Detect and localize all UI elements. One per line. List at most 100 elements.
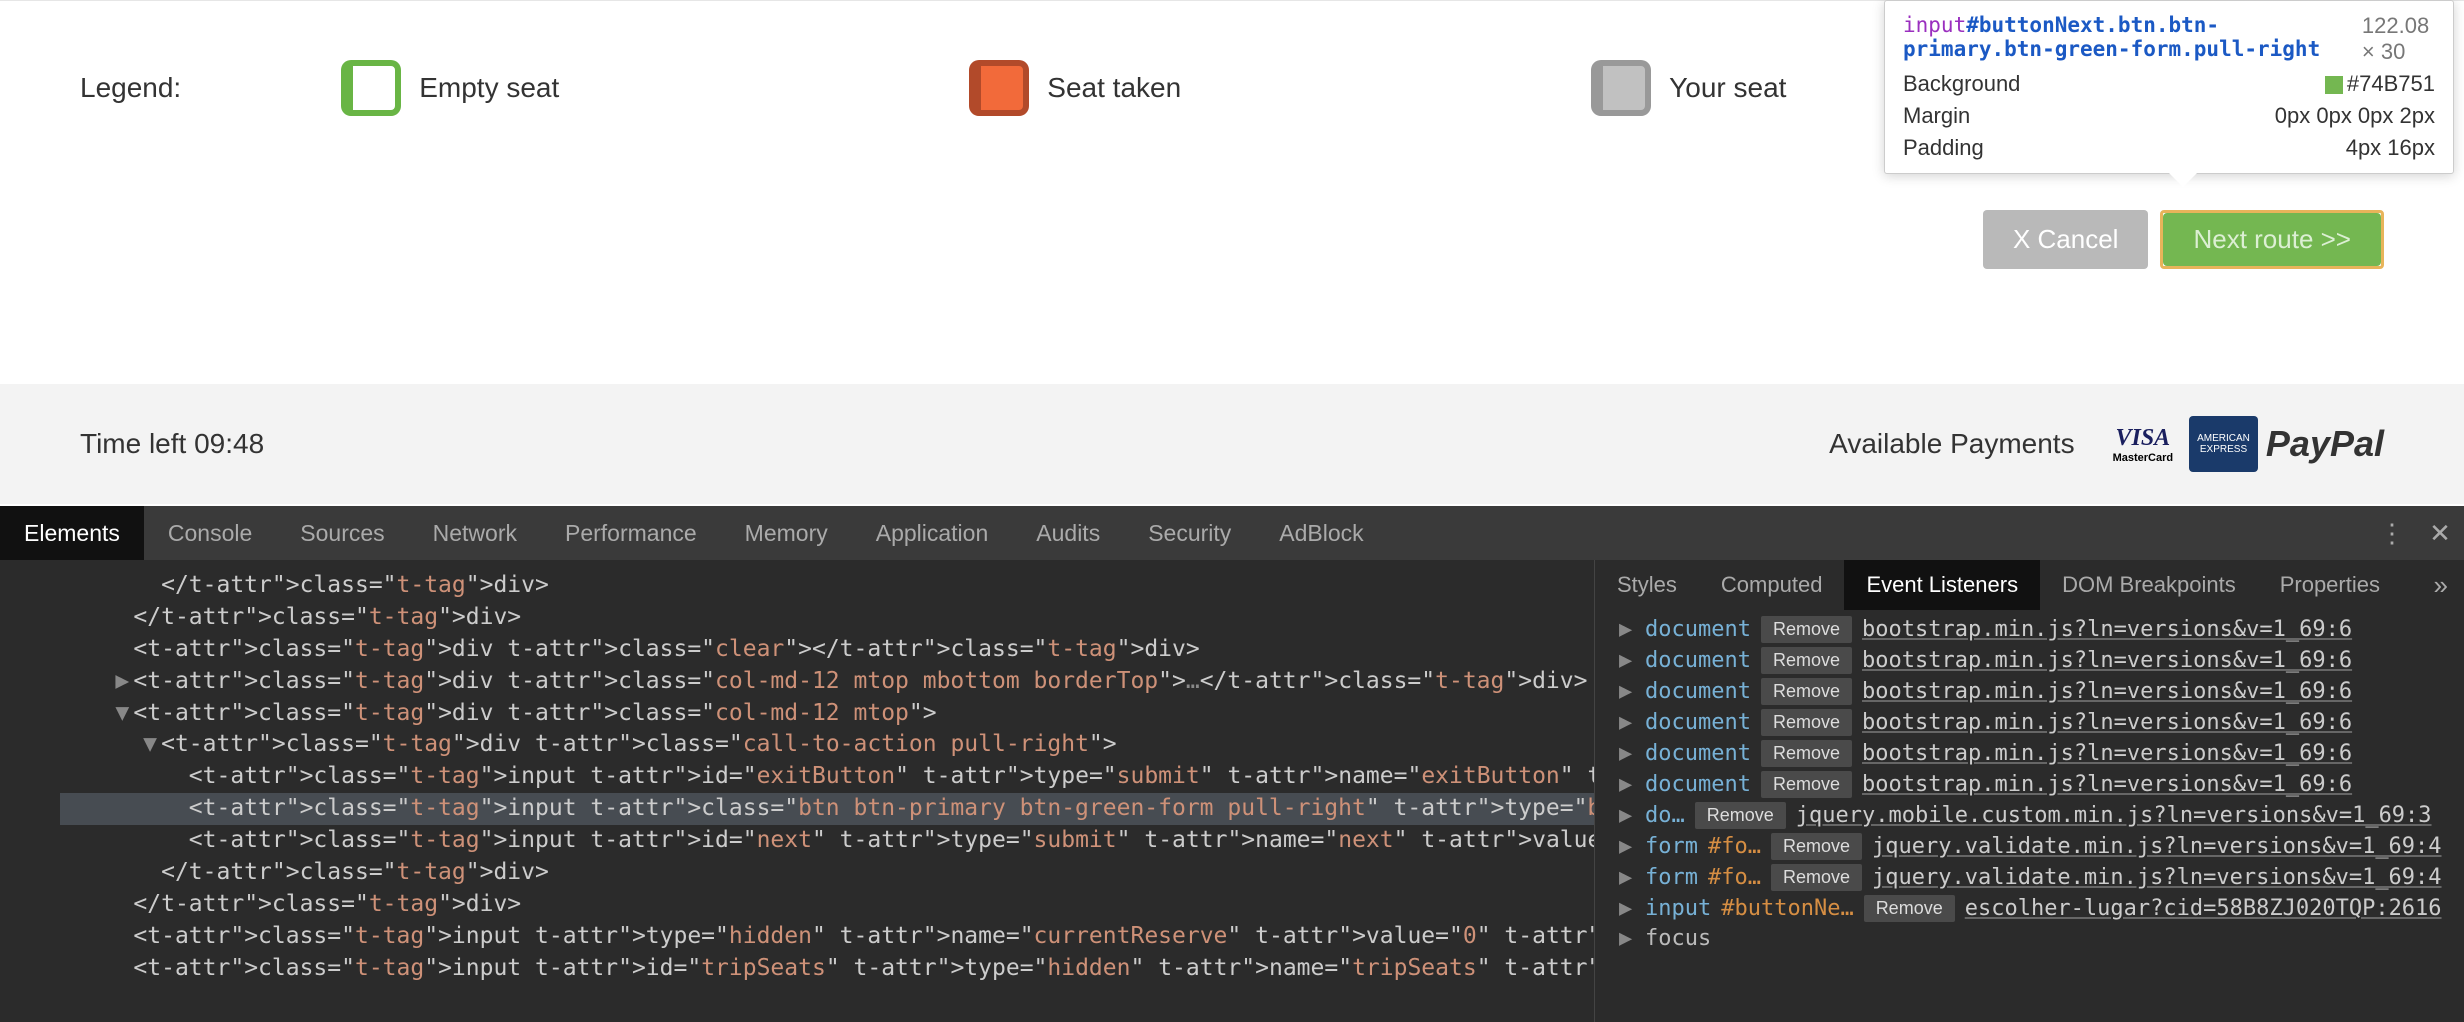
side-tab-bar: StylesComputedEvent ListenersDOM Breakpo… (1595, 560, 2464, 610)
devtools-tab-elements[interactable]: Elements (0, 506, 144, 560)
devtools-close-icon[interactable]: ✕ (2416, 518, 2464, 549)
remove-listener-button[interactable]: Remove (1761, 740, 1852, 767)
tooltip-arrow-icon (2169, 173, 2197, 187)
time-left-label: Time left (80, 428, 186, 459)
footer-strip: Time left 09:48 Available Payments VISA … (0, 384, 2464, 504)
listener-source-link[interactable]: bootstrap.min.js?ln=versions&v=1_69:6 (1862, 710, 2352, 735)
devtools-body: </t-attr">class="t-tag">div> </t-attr">c… (0, 560, 2464, 1022)
swatch-taken-icon (969, 60, 1029, 116)
listener-source-link[interactable]: bootstrap.min.js?ln=versions&v=1_69:6 (1862, 679, 2352, 704)
listener-source-link[interactable]: jquery.mobile.custom.min.js?ln=versions&… (1796, 803, 2432, 828)
listener-row[interactable]: ▶do… Remove jquery.mobile.custom.min.js?… (1595, 800, 2464, 831)
devtools-tab-audits[interactable]: Audits (1012, 506, 1124, 560)
listener-source-link[interactable]: bootstrap.min.js?ln=versions&v=1_69:6 (1862, 648, 2352, 673)
listener-focus-group[interactable]: ▶focus (1595, 924, 2464, 953)
listener-source-link[interactable]: bootstrap.min.js?ln=versions&v=1_69:6 (1862, 772, 2352, 797)
remove-listener-button[interactable]: Remove (1695, 802, 1786, 829)
tooltip-prop-padding: Padding 4px 16px (1903, 135, 2435, 161)
remove-listener-button[interactable]: Remove (1761, 647, 1852, 674)
available-payments-label: Available Payments (1829, 428, 2074, 460)
next-route-button[interactable]: Next route >> (2163, 213, 2381, 266)
legend-title: Legend: (80, 72, 181, 104)
dom-line[interactable]: </t-attr">class="t-tag">div> (60, 602, 1594, 634)
devtools-tab-performance[interactable]: Performance (541, 506, 721, 560)
dom-tree-panel[interactable]: </t-attr">class="t-tag">div> </t-attr">c… (0, 560, 1594, 1022)
listener-row[interactable]: ▶form#fo… Remove jquery.validate.min.js?… (1595, 862, 2464, 893)
tooltip-prop-margin: Margin 0px 0px 0px 2px (1903, 103, 2435, 129)
payment-logos: VISA MasterCard AMERICAN EXPRESS PayPal (2105, 416, 2384, 472)
swatch-empty-icon (341, 60, 401, 116)
event-listeners-list[interactable]: ▶document Remove bootstrap.min.js?ln=ver… (1595, 610, 2464, 957)
devtools-tab-console[interactable]: Console (144, 506, 276, 560)
remove-listener-button[interactable]: Remove (1761, 771, 1852, 798)
devtools-kebab-icon[interactable]: ⋮ (2368, 518, 2416, 549)
element-inspector-tooltip: input#buttonNext.btn.btn-primary.btn-gre… (1884, 0, 2454, 174)
listener-source-link[interactable]: escolher-lugar?cid=58B8ZJ020TQP:2616 (1965, 896, 2442, 921)
side-tab-properties[interactable]: Properties (2258, 560, 2402, 610)
listener-source-link[interactable]: jquery.validate.min.js?ln=versions&v=1_6… (1872, 865, 2442, 890)
listener-row[interactable]: ▶document Remove bootstrap.min.js?ln=ver… (1595, 738, 2464, 769)
amex-logo: AMERICAN EXPRESS (2189, 416, 2258, 472)
legend-label-empty: Empty seat (419, 72, 559, 104)
listener-source-link[interactable]: bootstrap.min.js?ln=versions&v=1_69:6 (1862, 617, 2352, 642)
legend-item-taken: Seat taken (969, 60, 1181, 116)
listener-row[interactable]: ▶document Remove bootstrap.min.js?ln=ver… (1595, 707, 2464, 738)
remove-listener-button[interactable]: Remove (1771, 864, 1862, 891)
listener-row[interactable]: ▶form#fo… Remove jquery.validate.min.js?… (1595, 831, 2464, 862)
swatch-your-icon (1591, 60, 1651, 116)
dom-line[interactable]: <t-attr">class="t-tag">input t-attr">id=… (60, 825, 1594, 857)
dom-line[interactable]: ▼<t-attr">class="t-tag">div t-attr">clas… (60, 729, 1594, 761)
available-payments: Available Payments VISA MasterCard AMERI… (1829, 416, 2384, 472)
dom-line[interactable]: <t-attr">class="t-tag">input t-attr">id=… (60, 761, 1594, 793)
legend-item-your: Your seat (1591, 60, 1786, 116)
legend-label-taken: Seat taken (1047, 72, 1181, 104)
dom-line[interactable]: <t-attr">class="t-tag">div t-attr">class… (60, 634, 1594, 666)
remove-listener-button[interactable]: Remove (1761, 678, 1852, 705)
listener-row[interactable]: ▶input#buttonNe… Remove escolher-lugar?c… (1595, 893, 2464, 924)
dom-line[interactable]: ▶<t-attr">class="t-tag">div t-attr">clas… (60, 666, 1594, 698)
dom-line[interactable]: <t-attr">class="t-tag">input t-attr">cla… (60, 793, 1594, 825)
listener-row[interactable]: ▶document Remove bootstrap.min.js?ln=ver… (1595, 614, 2464, 645)
remove-listener-button[interactable]: Remove (1864, 895, 1955, 922)
devtools-side-panel: StylesComputedEvent ListenersDOM Breakpo… (1594, 560, 2464, 1022)
devtools-panel: ElementsConsoleSourcesNetworkPerformance… (0, 506, 2464, 1022)
remove-listener-button[interactable]: Remove (1761, 616, 1852, 643)
time-left-value: 09:48 (194, 428, 264, 459)
next-button-highlight: Next route >> (2160, 210, 2384, 269)
side-tabs-more-icon[interactable]: » (2418, 570, 2464, 601)
listener-row[interactable]: ▶document Remove bootstrap.min.js?ln=ver… (1595, 645, 2464, 676)
color-swatch-icon (2325, 76, 2343, 94)
cancel-button[interactable]: X Cancel (1983, 210, 2149, 269)
dom-line[interactable]: </t-attr">class="t-tag">div> (60, 889, 1594, 921)
side-tab-computed[interactable]: Computed (1699, 560, 1845, 610)
devtools-tab-memory[interactable]: Memory (721, 506, 852, 560)
legend-item-empty: Empty seat (341, 60, 559, 116)
tooltip-dimensions: 122.08 × 30 (2362, 13, 2435, 65)
dom-line[interactable]: <t-attr">class="t-tag">input t-attr">id=… (60, 953, 1594, 985)
listener-source-link[interactable]: jquery.validate.min.js?ln=versions&v=1_6… (1872, 834, 2442, 859)
listener-row[interactable]: ▶document Remove bootstrap.min.js?ln=ver… (1595, 676, 2464, 707)
dom-line[interactable]: </t-attr">class="t-tag">div> (60, 570, 1594, 602)
visa-logo: VISA MasterCard (2105, 416, 2182, 472)
dom-line[interactable]: <t-attr">class="t-tag">input t-attr">typ… (60, 921, 1594, 953)
dom-line[interactable]: ▼<t-attr">class="t-tag">div t-attr">clas… (60, 698, 1594, 730)
listener-row[interactable]: ▶document Remove bootstrap.min.js?ln=ver… (1595, 769, 2464, 800)
paypal-logo: PayPal (2266, 423, 2384, 465)
listener-source-link[interactable]: bootstrap.min.js?ln=versions&v=1_69:6 (1862, 741, 2352, 766)
devtools-tab-sources[interactable]: Sources (276, 506, 408, 560)
action-row: X Cancel Next route >> (1983, 210, 2384, 269)
devtools-tab-adblock[interactable]: AdBlock (1255, 506, 1387, 560)
side-tab-event-listeners[interactable]: Event Listeners (1844, 560, 2040, 610)
remove-listener-button[interactable]: Remove (1761, 709, 1852, 736)
devtools-tab-application[interactable]: Application (852, 506, 1013, 560)
dom-line[interactable]: </t-attr">class="t-tag">div> (60, 857, 1594, 889)
devtools-tab-network[interactable]: Network (409, 506, 541, 560)
tooltip-prop-background: Background #74B751 (1903, 71, 2435, 97)
devtools-tab-bar: ElementsConsoleSourcesNetworkPerformance… (0, 506, 2464, 560)
side-tab-dom-breakpoints[interactable]: DOM Breakpoints (2040, 560, 2258, 610)
side-tab-styles[interactable]: Styles (1595, 560, 1699, 610)
legend-label-your: Your seat (1669, 72, 1786, 104)
remove-listener-button[interactable]: Remove (1771, 833, 1862, 860)
devtools-tab-security[interactable]: Security (1124, 506, 1255, 560)
tooltip-selector: input#buttonNext.btn.btn-primary.btn-gre… (1903, 13, 2362, 65)
